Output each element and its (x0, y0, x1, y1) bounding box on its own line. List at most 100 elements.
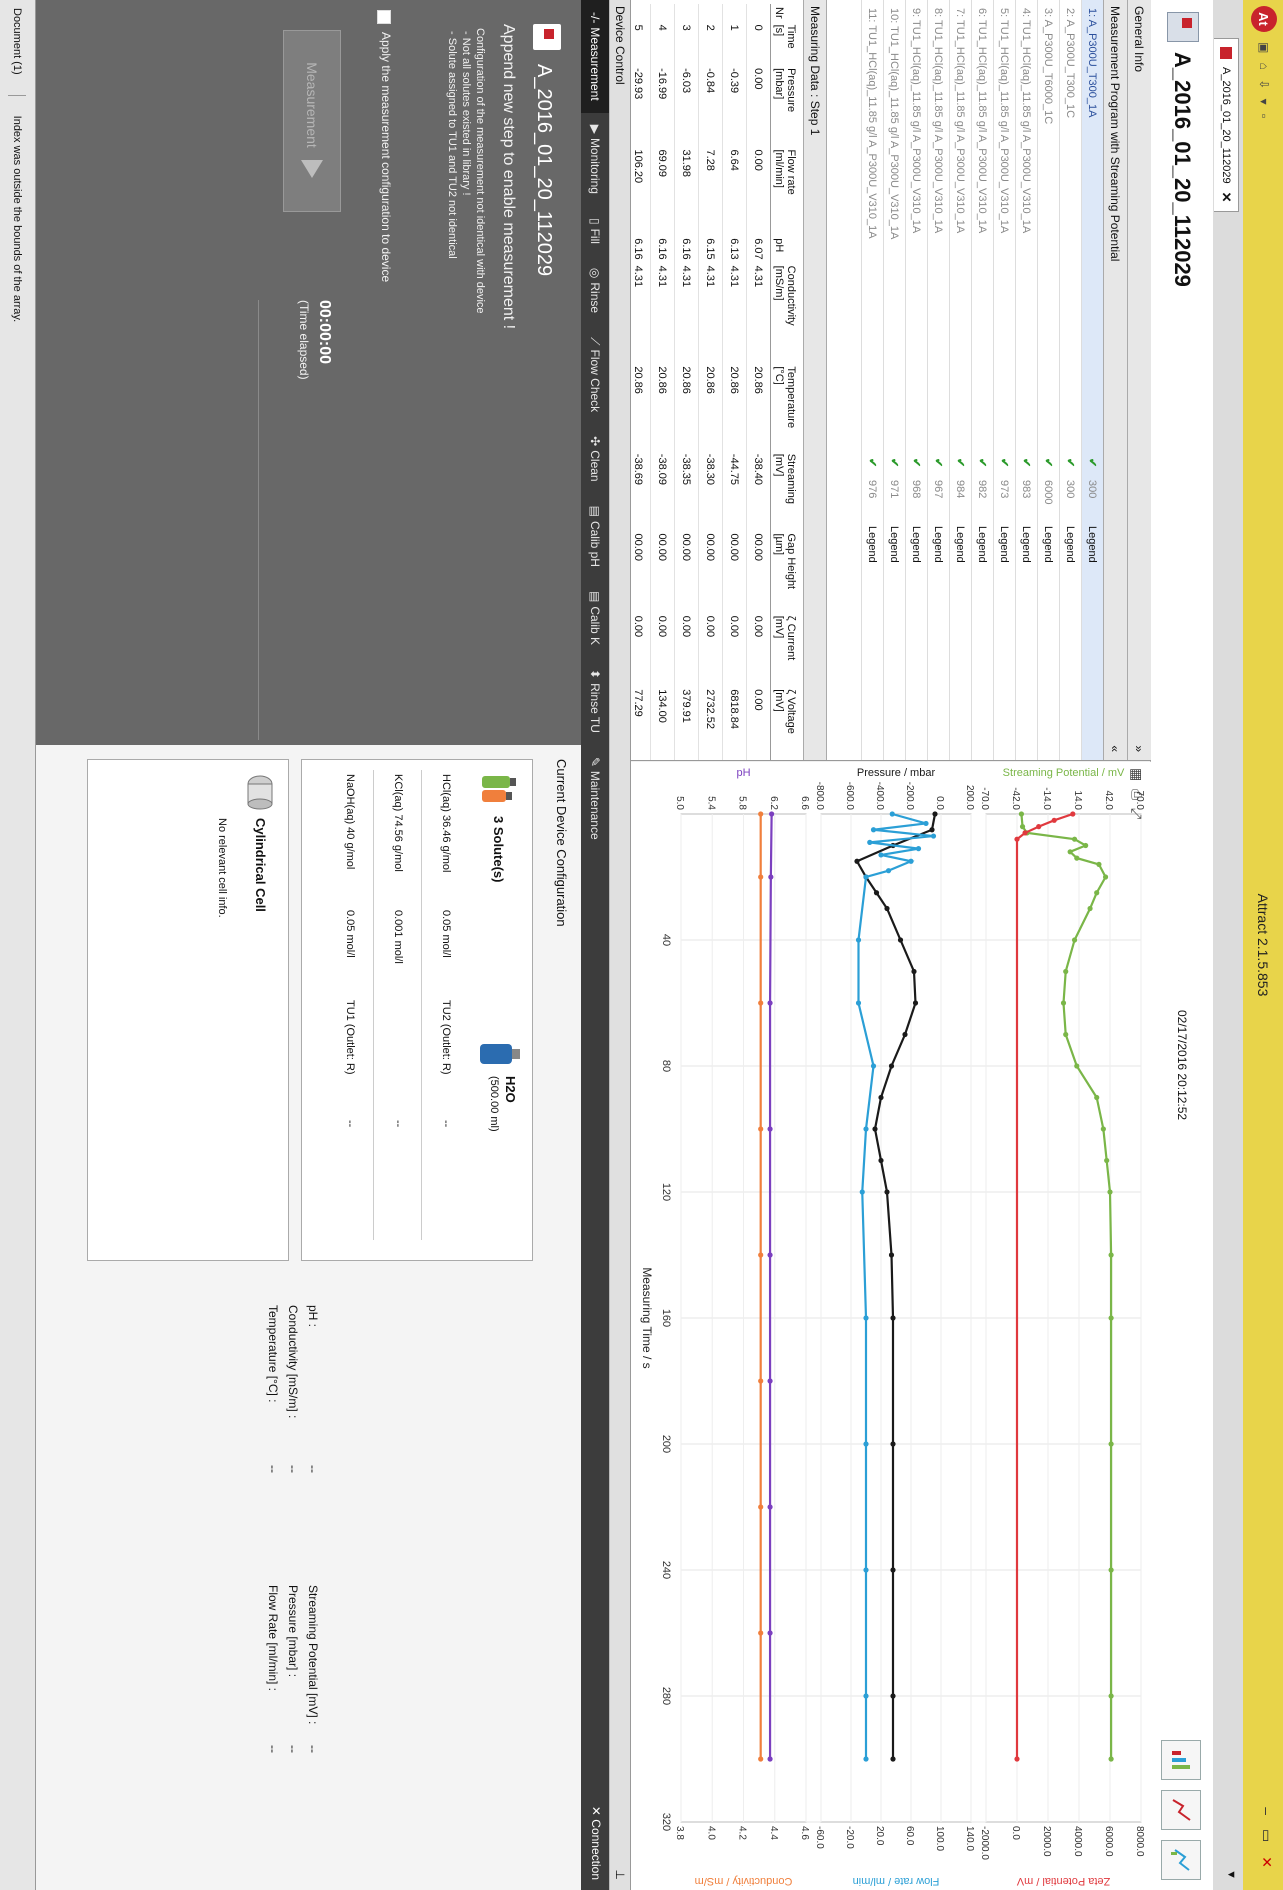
program-legend[interactable]: Legend (933, 526, 945, 606)
document-tab[interactable]: A_2016_01_20_112029 ✕ (1214, 38, 1239, 212)
column-header[interactable]: Pressure [mbar] (770, 65, 799, 147)
maximize-icon[interactable]: ▭ (1259, 1829, 1275, 1856)
tool-tab-rinse-tu[interactable]: ⬍ Rinse TU (581, 657, 609, 745)
check-icon[interactable]: ✔ (910, 458, 923, 480)
tool-tab-flow-check[interactable]: ⟋ Flow Check (581, 325, 609, 424)
expand-icon[interactable]: « (1109, 745, 1123, 752)
program-legend[interactable]: Legend (1021, 526, 1033, 606)
program-row[interactable]: 11: TU1_HCl(aq)_11.85 g/l A_P300U_V310_1… (861, 0, 883, 760)
connection-button[interactable]: ✕ Connection (589, 1806, 603, 1880)
check-icon[interactable]: ✔ (866, 458, 879, 480)
column-header[interactable]: Nr (770, 4, 799, 22)
program-name: 1: A_P300U_T300_1A (1086, 8, 1099, 118)
program-row[interactable]: 4: TU1_HCl(aq)_11.85 g/l A_P300U_V310_1A… (1015, 0, 1037, 760)
check-icon[interactable]: ✔ (976, 458, 989, 480)
chart-zoom-icon[interactable]: ⤢ (1129, 808, 1145, 819)
right-tick-label: -2000.0 (979, 1826, 990, 1860)
apply-configuration-checkbox[interactable] (377, 10, 391, 24)
bar-chart-view-button[interactable] (1161, 1740, 1201, 1780)
program-row[interactable]: 7: TU1_HCl(aq)_11.85 g/l A_P300U_V310_1A… (949, 0, 971, 760)
program-legend[interactable]: Legend (911, 526, 923, 606)
check-icon[interactable]: ✔ (1020, 458, 1033, 480)
column-header[interactable]: Gap Height [µm] (770, 530, 799, 613)
solute-divider (373, 770, 374, 1240)
chart-canvas[interactable]: 40 80 120 160 200 240 280 320 Measuring Time / s… (631, 762, 1151, 1890)
data-point (855, 1000, 862, 1006)
program-legend[interactable]: Legend (1087, 526, 1099, 606)
general-info-header[interactable]: General Info » (1127, 0, 1151, 760)
column-header[interactable]: pH (770, 235, 799, 263)
program-legend[interactable]: Legend (955, 526, 967, 606)
check-icon[interactable]: ✔ (954, 458, 967, 480)
column-header[interactable]: ζ Voltage [mV] (770, 686, 799, 760)
tab-menu-icon[interactable]: ▼ (1225, 1869, 1237, 1880)
tool-tab-calib-ph[interactable]: ▤ Calib pH (581, 494, 609, 579)
table-cell: 7.28 (698, 146, 723, 236)
data-point (878, 1094, 884, 1101)
column-header[interactable]: Time [s] (770, 21, 799, 66)
check-icon[interactable]: ✔ (1086, 458, 1099, 480)
tool-tab-icon: -/- (588, 12, 602, 24)
pin-icon[interactable]: ⊥ (613, 1870, 627, 1880)
line-chart-view-button[interactable] (1161, 1790, 1201, 1830)
tool-tab-rinse[interactable]: ◎ Rinse (581, 256, 609, 325)
tool-tab-calib-k[interactable]: ▤ Calib K (581, 579, 609, 657)
tool-tab-fill[interactable]: ▯ Fill (581, 206, 609, 256)
program-legend[interactable]: Legend (867, 526, 879, 606)
program-row[interactable]: 8: TU1_HCl(aq)_11.85 g/l A_P300U_V310_1A… (927, 0, 949, 760)
program-row[interactable]: 5: TU1_HCl(aq)_11.85 g/l A_P300U_V310_1A… (993, 0, 1015, 760)
column-header[interactable]: Conductivity [mS/m] (770, 262, 799, 364)
x-tick-label: 160 (660, 1309, 672, 1327)
tool-tab-monitoring[interactable]: ▶ Monitoring (581, 113, 609, 206)
data-point (1060, 1000, 1067, 1006)
program-legend[interactable]: Legend (977, 526, 989, 606)
check-icon[interactable]: ✔ (998, 458, 1011, 480)
program-legend[interactable]: Legend (1043, 526, 1055, 606)
readout-line: Flow Rate [ml/min] : -- (263, 1585, 283, 1865)
column-header[interactable]: Temperature [°C] (770, 363, 799, 451)
check-icon[interactable]: ✔ (1064, 458, 1077, 480)
window-controls[interactable]: –▭✕ (1258, 1807, 1275, 1882)
program-row[interactable]: 1: A_P300U_T300_1A ✔ 300 Legend (1081, 0, 1103, 760)
check-icon[interactable]: ✔ (888, 458, 901, 480)
column-header[interactable]: ζ Current [mV] (770, 612, 799, 687)
device-tool-tabs: -/- Measurement ▶ Monitoring ▯ Fill ◎ Rinse ⟋ Flo… (581, 0, 609, 1890)
program-legend[interactable]: Legend (1065, 526, 1077, 606)
program-row[interactable]: 9: TU1_HCl(aq)_11.85 g/l A_P300U_V310_1A… (905, 0, 927, 760)
left-tick-label: -600.0 (844, 782, 855, 811)
program-legend[interactable]: Legend (999, 526, 1011, 606)
column-header[interactable]: Streaming [mV] (770, 450, 799, 531)
table-row[interactable]: 4 -16.99 69.09 6.16 4.31 20.86 -38.09 00.00 0.00… (650, 4, 675, 760)
program-row[interactable]: 10: TU1_HCl(aq)_11.85 g/l A_P300U_V310_1… (883, 0, 905, 760)
status-document-count: Document (1) (11, 8, 24, 75)
chart-table-icon[interactable]: ▦ (1129, 768, 1145, 781)
cell-panel: Cylindrical Cell No relevant cell info. (87, 759, 289, 1261)
readout-group: pH :-- Conductivity [mS/m] :-- Temperature… (263, 1305, 323, 1585)
check-icon[interactable]: ✔ (932, 458, 945, 480)
close-icon[interactable]: ✕ (1259, 1856, 1275, 1882)
readout-line: Pressure [mbar] : -- (283, 1585, 303, 1865)
data-point (767, 1378, 773, 1384)
chart-print-icon[interactable]: ⎙ (1129, 789, 1145, 800)
program-legend[interactable]: Legend (889, 526, 901, 606)
table-row[interactable]: 2 -0.84 7.28 6.15 4.31 20.86 -38.30 00.00 0.00 27… (698, 4, 723, 760)
tool-tab-measurement[interactable]: -/- Measurement (581, 0, 609, 113)
tool-tab-clean[interactable]: ✣ Clean (581, 424, 609, 493)
check-icon[interactable]: ✔ (1042, 458, 1055, 480)
table-row[interactable]: 3 -6.03 31.98 6.16 4.31 20.86 -38.35 00.00 0.00 3… (674, 4, 699, 760)
start-measurement-button[interactable]: Measurement (283, 30, 341, 212)
program-row[interactable]: 3: A_P300U_T6000_1C ✔ 6000 Legend (1037, 0, 1059, 760)
data-point (863, 1567, 869, 1573)
column-header[interactable]: Flow rate [ml/min] (770, 146, 799, 236)
minimize-icon[interactable]: – (1259, 1807, 1275, 1829)
table-row[interactable]: 1 -0.39 6.64 6.13 4.31 20.86 -44.75 00.00 0.00 68… (722, 4, 747, 760)
chart-toolbar[interactable]: ▦ ⎙ ⤢ (1128, 768, 1145, 819)
program-row[interactable]: 6: TU1_HCl(aq)_11.85 g/l A_P300U_V310_1A… (971, 0, 993, 760)
tool-tab-maintenance[interactable]: ✎ Maintenance (581, 745, 609, 852)
solute-value: -- (392, 1120, 404, 1128)
program-row[interactable]: 2: A_P300U_T300_1C ✔ 300 Legend (1059, 0, 1081, 760)
tab-close-icon[interactable]: ✕ (1218, 192, 1234, 203)
table-row[interactable]: 0 0.00 0.00 6.07 4.31 20.86 -38.40 00.00 0.00 0.0… (746, 4, 771, 760)
combined-chart-view-button[interactable] (1161, 1840, 1201, 1880)
collapse-icon[interactable]: » (1133, 745, 1147, 752)
